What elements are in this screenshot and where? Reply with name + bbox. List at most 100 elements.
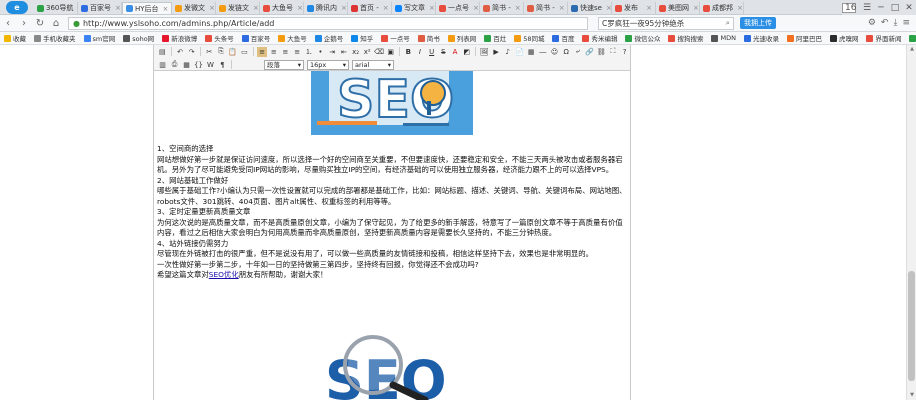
extensions-icon[interactable]: ⚙: [868, 18, 876, 28]
outdent-icon[interactable]: ⇤: [339, 47, 350, 57]
select-all-icon[interactable]: ▣: [385, 47, 396, 57]
bookmark-item[interactable]: 知乎: [347, 33, 377, 43]
file-icon[interactable]: 📄: [514, 47, 525, 57]
bookmark-item[interactable]: 头条号: [201, 33, 238, 43]
clear-format-icon[interactable]: ⌫: [374, 47, 385, 57]
about-icon[interactable]: ?: [619, 47, 630, 57]
home-icon[interactable]: ⌂: [48, 18, 64, 29]
browser-tab[interactable]: 腾讯内 ×: [304, 1, 348, 14]
align-left-icon[interactable]: ≡: [256, 46, 268, 57]
browser-tab[interactable]: 360导航×: [34, 1, 78, 14]
editor-content[interactable]: SEO 1、空间商的选择 网站想做好第一步就是保证访问速度，所以选择一个好的空间…: [157, 71, 629, 400]
bookmark-item[interactable]: 虎嗅网: [826, 33, 863, 43]
tab-close-icon[interactable]: ×: [113, 4, 121, 12]
emoticon-icon[interactable]: ☺: [549, 47, 560, 57]
tab-close-icon[interactable]: ×: [471, 4, 479, 12]
tab-close-icon[interactable]: ×: [691, 4, 699, 12]
tab-close-icon[interactable]: ×: [161, 5, 169, 13]
tab-close-icon[interactable]: ×: [513, 4, 521, 12]
browser-tab[interactable]: 快速se ×: [568, 1, 612, 14]
browser-logo-icon[interactable]: e: [0, 0, 34, 14]
bookmark-item[interactable]: 一点号: [377, 33, 414, 43]
browser-tab[interactable]: 首页 - ×: [348, 1, 392, 14]
browser-tab[interactable]: 大鱼号 ×: [260, 1, 304, 14]
code-icon[interactable]: {}: [193, 60, 204, 70]
tab-close-icon[interactable]: ×: [604, 4, 611, 12]
fullscreen-icon[interactable]: ⛶: [608, 47, 619, 57]
bookmark-item[interactable]: 百灶: [480, 33, 510, 43]
tab-close-icon[interactable]: ×: [251, 4, 259, 12]
more-menu-icon[interactable]: ≡: [902, 18, 910, 28]
minimize-icon[interactable]: ─: [874, 3, 888, 13]
unlink-icon[interactable]: ⛓: [596, 47, 607, 57]
media-icon[interactable]: ♪: [502, 47, 513, 57]
close-window-icon[interactable]: ✕: [902, 3, 916, 13]
bookmark-item[interactable]: 光速收录: [740, 33, 783, 43]
tab-close-icon[interactable]: ×: [557, 4, 565, 12]
bookmark-item[interactable]: 搜狗搜索: [664, 33, 707, 43]
cut-icon[interactable]: ✂: [204, 47, 215, 57]
font-color-icon[interactable]: A: [450, 47, 461, 57]
superscript-icon[interactable]: x²: [362, 47, 373, 57]
upload-button[interactable]: 我拥上传: [740, 17, 776, 29]
paste-text-icon[interactable]: ▭: [239, 47, 250, 57]
bookmark-item[interactable]: soho网: [119, 33, 158, 43]
source-code-icon[interactable]: ▤: [157, 47, 168, 57]
browser-tab[interactable]: 发布 ×: [612, 1, 656, 14]
bookmark-item[interactable]: 阿里巴巴: [783, 33, 826, 43]
bookmark-item[interactable]: 列表网: [444, 33, 481, 43]
flash-icon[interactable]: ▶: [491, 47, 502, 57]
download-icon[interactable]: ⤓: [893, 18, 897, 28]
link-icon[interactable]: 🔗: [584, 47, 595, 57]
menu-icon[interactable]: ☰: [860, 3, 874, 13]
browser-tab[interactable]: 一点号 ×: [436, 1, 480, 14]
browser-tab[interactable]: 百家号 ×: [78, 1, 122, 14]
tab-close-icon[interactable]: ×: [295, 4, 303, 12]
bookmark-item[interactable]: sm官网: [80, 33, 120, 43]
browser-tab[interactable]: 简书 - ×: [524, 1, 568, 14]
template-icon[interactable]: ▦: [181, 60, 192, 70]
scrollbar-thumb[interactable]: [908, 271, 915, 381]
align-center-icon[interactable]: ≡: [268, 47, 279, 57]
paste-icon[interactable]: 📋: [227, 47, 238, 57]
bookmark-item[interactable]: 新浪微博: [158, 33, 201, 43]
subscript-icon[interactable]: x₂: [350, 47, 361, 57]
strikethrough-icon[interactable]: S: [438, 47, 449, 57]
undo-edit-icon[interactable]: ↶: [175, 47, 186, 57]
forward-icon[interactable]: ›: [16, 18, 32, 29]
scroll-down-icon[interactable]: ▼: [907, 391, 916, 400]
bookmark-item[interactable]: 企鹅号: [311, 33, 348, 43]
bookmark-item[interactable]: 收藏: [0, 33, 30, 43]
print-icon[interactable]: ⎙: [169, 60, 180, 70]
seo-link[interactable]: SEO优化: [209, 270, 239, 279]
tab-close-icon[interactable]: ×: [207, 4, 215, 12]
browser-tab[interactable]: 美图网 ×: [656, 1, 700, 14]
bookmark-item[interactable]: 秀米编辑: [578, 33, 621, 43]
font-family-select[interactable]: arial ▾: [352, 59, 394, 70]
undo-icon[interactable]: ↶: [881, 18, 889, 28]
tab-close-icon[interactable]: ×: [339, 4, 347, 12]
font-size-select[interactable]: 16px ▾: [307, 59, 349, 70]
highlight-icon[interactable]: ◩: [461, 47, 472, 57]
tab-count-badge[interactable]: 16: [842, 2, 856, 13]
tab-close-icon[interactable]: ×: [381, 4, 389, 12]
browser-tab[interactable]: 发链文 ×: [216, 1, 260, 14]
bookmark-item[interactable]: 界面新闻: [862, 33, 905, 43]
bookmark-item[interactable]: 简书: [414, 33, 444, 43]
bookmark-item[interactable]: 链接提交: [905, 33, 916, 43]
heading-select[interactable]: 段落 ▾: [264, 59, 304, 70]
unordered-list-icon[interactable]: •: [315, 47, 326, 57]
browser-tab[interactable]: 成都邦 ×: [700, 1, 744, 14]
bookmark-item[interactable]: 百度: [548, 33, 578, 43]
page-scrollbar[interactable]: ▲ ▼: [906, 45, 916, 400]
word-paste-icon[interactable]: W: [205, 60, 216, 70]
underline-icon[interactable]: U: [426, 47, 437, 57]
browser-tab[interactable]: 简书 - ×: [480, 1, 524, 14]
ordered-list-icon[interactable]: ⒈: [303, 47, 314, 57]
bookmark-item[interactable]: MDN: [707, 34, 739, 42]
tab-close-icon[interactable]: ×: [735, 4, 743, 12]
bold-icon[interactable]: B: [403, 47, 414, 57]
page-break-icon[interactable]: ⤶: [573, 47, 584, 57]
browser-tab[interactable]: HY后台 ×: [122, 1, 172, 14]
special-char-icon[interactable]: Ω: [561, 47, 572, 57]
